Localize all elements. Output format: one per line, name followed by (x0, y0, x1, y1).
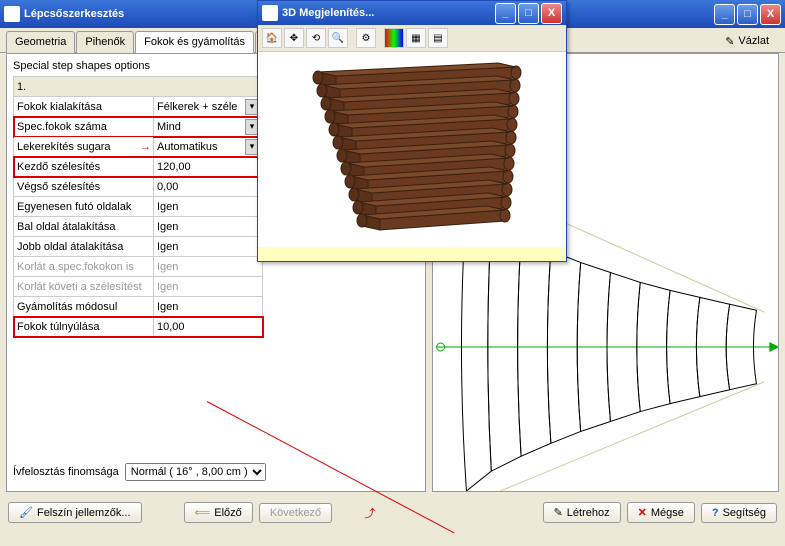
table-row: Korlát követi a szélesítéstIgen (14, 277, 263, 297)
subwin-titlebar[interactable]: 3D Megjelenítés... _ □ X (258, 1, 566, 25)
prop-value[interactable]: Igen (154, 197, 263, 217)
help-button[interactable]: ?Segítség (701, 503, 777, 523)
prop-value[interactable]: 10,00 (154, 317, 263, 337)
prev-icon: ⟸ (195, 506, 211, 519)
zoom-icon[interactable]: 🔍 (328, 28, 348, 48)
sketch-label: Vázlat (738, 35, 769, 47)
refinement-row: Ívfelosztás finomsága Normál ( 16° , 8,0… (13, 463, 266, 481)
app-icon (4, 6, 20, 22)
table-row: Fokok kialakításaFélkerek + széle▾ (14, 97, 263, 117)
subwin-maximize[interactable]: □ (518, 3, 539, 24)
table-row: Fokok túlnyúlása10,00 (14, 317, 263, 337)
tab-fokok[interactable]: Fokok és gyámolítás (135, 31, 254, 53)
cancel-button[interactable]: ✕Mégse (627, 502, 695, 523)
settings-icon[interactable]: ⚙ (356, 28, 376, 48)
sketch-button[interactable]: ✎ Vázlat (715, 30, 779, 52)
tab-geometria[interactable]: Geometria (6, 31, 75, 53)
prop-label: Gyámolítás módosul (14, 297, 154, 317)
subwin-status (258, 247, 566, 261)
close-button[interactable]: X (760, 4, 781, 25)
table-row: Lekerekítés sugara→Automatikus▾ (14, 137, 263, 157)
refinement-select[interactable]: Normál ( 16° , 8,00 cm ) (125, 463, 266, 481)
table-header[interactable]: 1. (14, 77, 263, 97)
create-button[interactable]: ✎Létrehoz (543, 502, 621, 523)
prev-button[interactable]: ⟸Előző (184, 502, 253, 523)
prop-label: Fokok kialakítása (14, 97, 154, 117)
prop-label: Egyenesen futó oldalak (14, 197, 154, 217)
next-button[interactable]: Következő (259, 503, 332, 523)
home-icon[interactable]: 🏠 (262, 28, 282, 48)
pencil-icon: ✎ (554, 506, 563, 519)
prop-value[interactable]: Igen (154, 217, 263, 237)
palette-icon[interactable] (384, 28, 404, 48)
prop-value[interactable]: Igen (154, 257, 263, 277)
table-row: Egyenesen futó oldalakIgen (14, 197, 263, 217)
table-row: Spec.fokok számaMind▾ (14, 117, 263, 137)
render-icon[interactable]: ▤ (428, 28, 448, 48)
prop-label: Bal oldal átalakítása (14, 217, 154, 237)
cancel-icon: ✕ (638, 506, 647, 519)
table-row: Korlát a spec.fokokon isIgen (14, 257, 263, 277)
prop-value[interactable]: 0,00 (154, 177, 263, 197)
prop-label: Korlát a spec.fokokon is (14, 257, 154, 277)
property-table: 1. Fokok kialakításaFélkerek + széle▾Spe… (13, 76, 263, 337)
brush-icon: 🖌 (19, 506, 33, 519)
surface-props-button[interactable]: 🖌Felszín jellemzők... (8, 502, 142, 523)
prop-label: Fokok túlnyúlása (14, 317, 154, 337)
table-row: Jobb oldal átalakításaIgen (14, 237, 263, 257)
main-title: Lépcsőszerkesztés (24, 8, 124, 20)
maximize-button[interactable]: □ (737, 4, 758, 25)
subwin-icon (262, 5, 278, 21)
table-row: Gyámolítás módosulIgen (14, 297, 263, 317)
prop-value[interactable]: Igen (154, 277, 263, 297)
pencil-icon: ✎ (725, 35, 734, 48)
table-row: Bal oldal átalakításaIgen (14, 217, 263, 237)
prop-label: Végső szélesítés (14, 177, 154, 197)
minimize-button[interactable]: _ (714, 4, 735, 25)
tab-pihenok[interactable]: Pihenők (76, 31, 134, 53)
wireframe-icon[interactable]: ▦ (406, 28, 426, 48)
preview-3d-canvas[interactable] (258, 52, 566, 247)
annotation-arrow: → (140, 141, 151, 153)
prop-value[interactable]: Igen (154, 297, 263, 317)
prop-value[interactable]: Igen (154, 237, 263, 257)
prop-value[interactable]: 120,00 (154, 157, 263, 177)
subwin-minimize[interactable]: _ (495, 3, 516, 24)
prop-label: Spec.fokok száma (14, 117, 154, 137)
prop-label: Kezdő szélesítés (14, 157, 154, 177)
refinement-label: Ívfelosztás finomsága (13, 466, 119, 478)
prop-value[interactable]: Automatikus▾ (154, 137, 263, 157)
button-bar: 🖌Felszín jellemzők... ⟸Előző Következő ⤴… (0, 498, 785, 527)
prop-value[interactable]: Félkerek + széle▾ (154, 97, 263, 117)
preview-3d-window: 3D Megjelenítés... _ □ X 🏠 ✥ ⟲ 🔍 ⚙ ▦ ▤ (257, 0, 567, 262)
subwin-close[interactable]: X (541, 3, 562, 24)
prop-label: Korlát követi a szélesítést (14, 277, 154, 297)
help-icon: ? (712, 507, 719, 519)
axis-icon[interactable]: ⤴ (364, 505, 375, 521)
subwin-toolbar: 🏠 ✥ ⟲ 🔍 ⚙ ▦ ▤ (258, 25, 566, 52)
table-row: Végső szélesítés0,00 (14, 177, 263, 197)
prop-value[interactable]: Mind▾ (154, 117, 263, 137)
rotate-icon[interactable]: ⟲ (306, 28, 326, 48)
prop-label: Lekerekítés sugara→ (14, 137, 154, 157)
prop-label: Jobb oldal átalakítása (14, 237, 154, 257)
stair-3d-svg (258, 52, 566, 247)
pan-icon[interactable]: ✥ (284, 28, 304, 48)
table-row: Kezdő szélesítés120,00 (14, 157, 263, 177)
subwin-title: 3D Megjelenítés... (282, 7, 374, 19)
